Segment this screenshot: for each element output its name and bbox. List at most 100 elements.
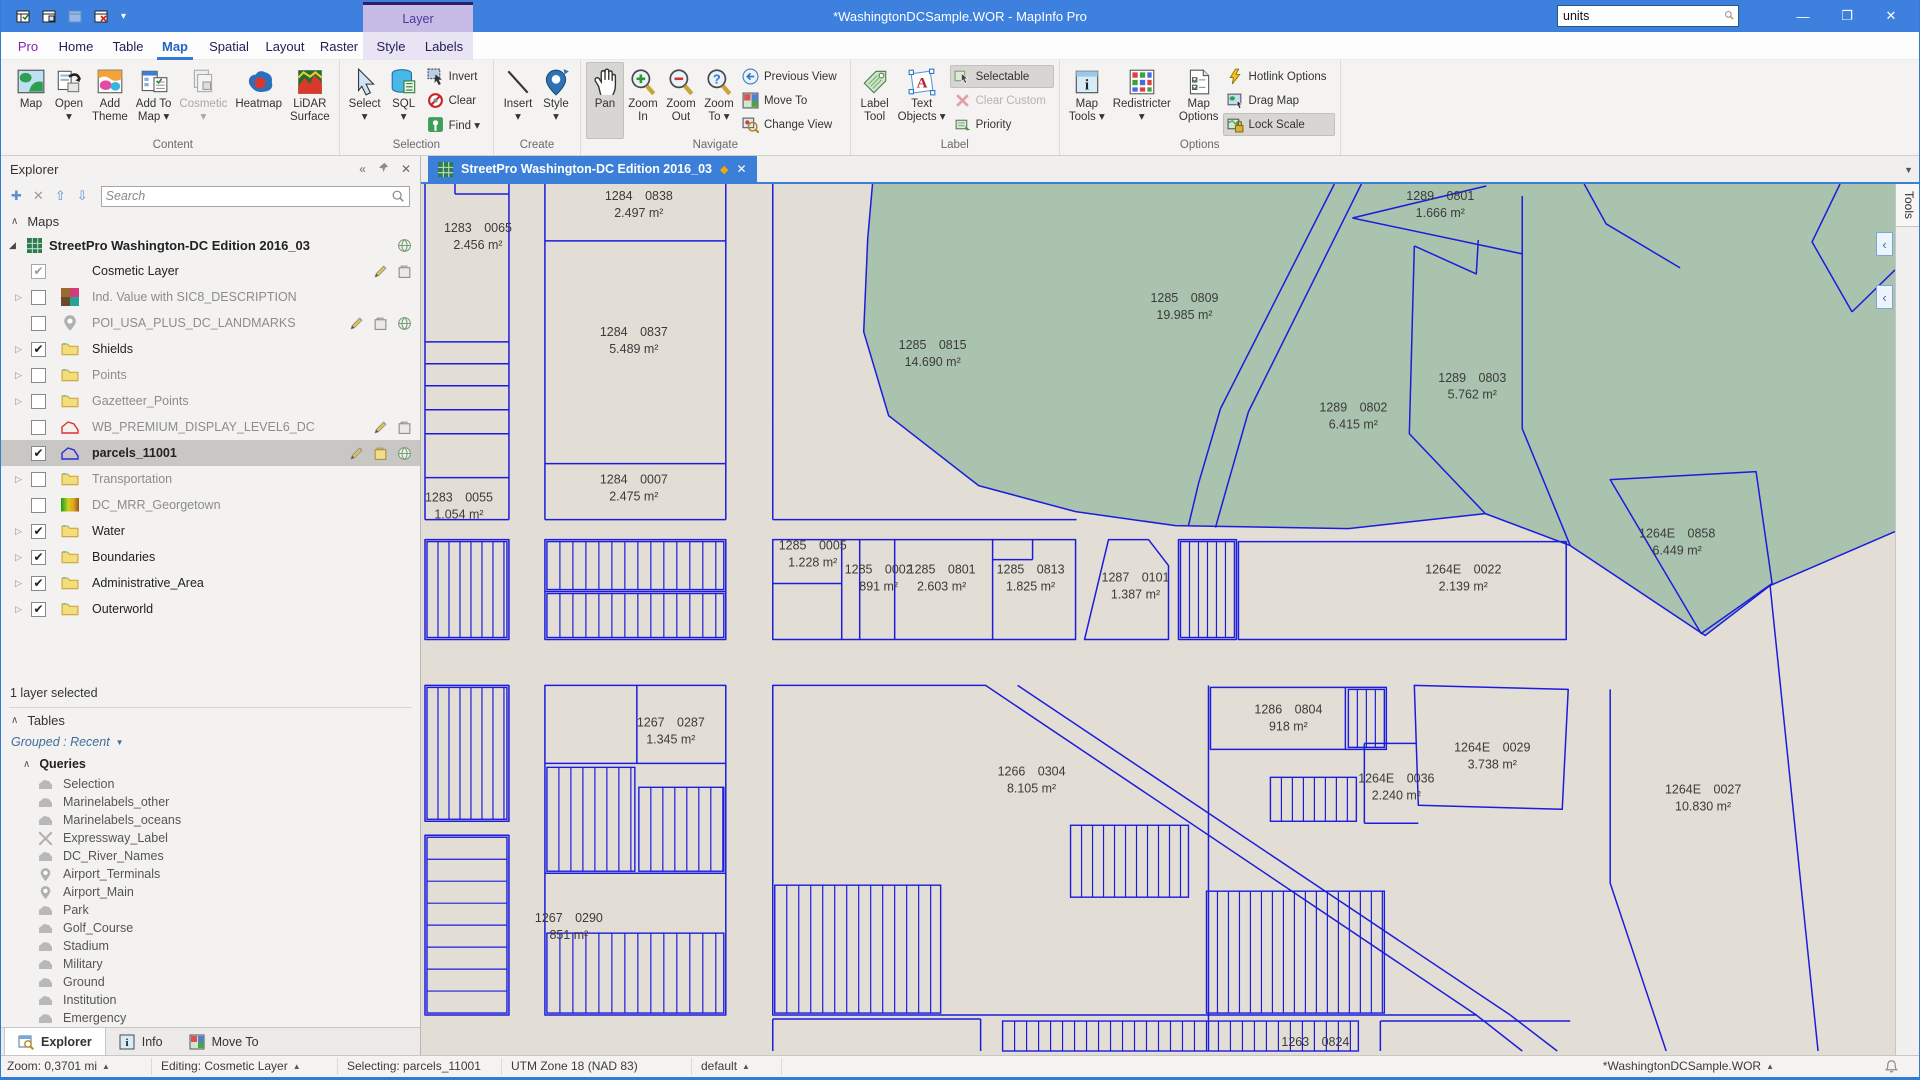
- tab-home[interactable]: Home: [53, 32, 99, 60]
- cosmetic-button[interactable]: Cosmetic▾: [175, 62, 231, 139]
- query-row-airport-terminals[interactable]: Airport_Terminals: [1, 865, 420, 883]
- layer-zoom-icon[interactable]: [373, 446, 388, 461]
- status-projection[interactable]: UTM Zone 18 (NAD 83): [511, 1059, 638, 1073]
- style-button[interactable]: Style▾: [537, 62, 575, 139]
- clear-button[interactable]: Clear: [423, 89, 488, 112]
- map-tree-item[interactable]: ◢ StreetPro Washington-DC Edition 2016_0…: [1, 232, 420, 258]
- layer-row-water[interactable]: ▷✔Water: [1, 518, 420, 544]
- tab-style[interactable]: Style: [369, 32, 413, 60]
- pin-icon[interactable]: [378, 162, 389, 176]
- tab-map[interactable]: Map: [155, 32, 195, 60]
- collapse-chevron-icon[interactable]: ‹: [1876, 285, 1893, 309]
- query-row-selection[interactable]: Selection: [1, 775, 420, 793]
- tools-tab[interactable]: Tools: [1896, 184, 1919, 227]
- priority-button[interactable]: Priority: [950, 113, 1054, 136]
- expand-arrow[interactable]: ▷: [15, 370, 31, 381]
- expand-arrow[interactable]: ▷: [15, 396, 31, 407]
- query-row-emergency[interactable]: Emergency: [1, 1009, 420, 1027]
- layer-checkbox[interactable]: ✔: [31, 524, 46, 539]
- close-table-icon[interactable]: [93, 8, 110, 25]
- layer-zoom-icon[interactable]: [397, 264, 412, 279]
- add-to-map-button[interactable]: Add ToMap ▾: [132, 62, 176, 139]
- query-row-golf-course[interactable]: Golf_Course: [1, 919, 420, 937]
- map-document-tab[interactable]: StreetPro Washington-DC Edition 2016_03 …: [428, 156, 757, 182]
- workspace-icon[interactable]: [15, 8, 32, 25]
- status-workspace[interactable]: *WashingtonDCSample.WOR▲: [1603, 1059, 1774, 1073]
- query-row-institution[interactable]: Institution: [1, 991, 420, 1009]
- lock-scale-button[interactable]: Lock Scale: [1223, 113, 1335, 136]
- layer-row-gazetteer[interactable]: ▷Gazetteer_Points: [1, 388, 420, 414]
- query-row-stadium[interactable]: Stadium: [1, 937, 420, 955]
- tab-labels[interactable]: Labels: [419, 32, 469, 60]
- layer-row-cosmetic[interactable]: ✔Cosmetic Layer: [1, 258, 420, 284]
- drag-map-button[interactable]: Drag Map: [1223, 89, 1335, 112]
- collapse-panel-icon[interactable]: «: [359, 162, 366, 176]
- hotlink-options-button[interactable]: Hotlink Options: [1223, 65, 1335, 88]
- minimize-button[interactable]: —: [1781, 0, 1825, 32]
- invert-button[interactable]: Invert: [423, 65, 488, 88]
- qat-more-icon[interactable]: ▾: [121, 11, 126, 22]
- zoom-out-button[interactable]: ZoomOut: [662, 62, 700, 139]
- previous-view-button[interactable]: Previous View: [738, 65, 845, 88]
- layer-row-boundaries[interactable]: ▷✔Boundaries: [1, 544, 420, 570]
- collapse-chevron-icon[interactable]: ‹: [1876, 232, 1893, 256]
- tab-explorer[interactable]: Explorer: [4, 1028, 106, 1055]
- layer-zoom-icon[interactable]: [373, 316, 388, 331]
- redistricter-button[interactable]: Redistricter▾: [1109, 62, 1175, 139]
- layer-checkbox[interactable]: [31, 290, 46, 305]
- maps-section-header[interactable]: ∧Maps: [1, 210, 420, 232]
- layer-zoom-icon[interactable]: [397, 420, 412, 435]
- layer-row-shields[interactable]: ▷✔Shields: [1, 336, 420, 362]
- close-tab-icon[interactable]: ✕: [736, 162, 746, 176]
- query-row-marinelabels-other[interactable]: Marinelabels_other: [1, 793, 420, 811]
- select-button[interactable]: Select▾: [345, 62, 385, 139]
- status-style[interactable]: default▲: [701, 1059, 750, 1073]
- move-down-icon[interactable]: ⇩: [77, 188, 88, 204]
- expand-icon[interactable]: ◢: [9, 240, 27, 251]
- layer-checkbox[interactable]: [31, 472, 46, 487]
- map-tools-button[interactable]: iMapTools ▾: [1065, 62, 1109, 139]
- layer-checkbox[interactable]: ✔: [31, 602, 46, 617]
- layer-row-points[interactable]: ▷Points: [1, 362, 420, 388]
- ribbon-search-box[interactable]: [1557, 5, 1739, 27]
- query-row-ground[interactable]: Ground: [1, 973, 420, 991]
- close-button[interactable]: ✕: [1869, 0, 1913, 32]
- move-to-button[interactable]: Move To: [738, 89, 845, 112]
- notifications-bell-icon[interactable]: [1884, 1059, 1899, 1074]
- layer-row-administrative[interactable]: ▷✔Administrative_Area: [1, 570, 420, 596]
- layer-checkbox[interactable]: ✔: [31, 264, 46, 279]
- grouped-recent-control[interactable]: Grouped : Recent▼: [1, 731, 420, 753]
- tab-move-to[interactable]: Move To: [176, 1028, 272, 1055]
- layer-checkbox[interactable]: ✔: [31, 446, 46, 461]
- layer-checkbox[interactable]: ✔: [31, 576, 46, 591]
- layer-row-outerworld[interactable]: ▷✔Outerworld: [1, 596, 420, 622]
- query-row-marinelabels-oceans[interactable]: Marinelabels_oceans: [1, 811, 420, 829]
- layer-row-parcels[interactable]: ✔parcels_11001: [1, 440, 420, 466]
- edit-style-icon[interactable]: [373, 420, 388, 435]
- projection-icon[interactable]: [397, 446, 412, 461]
- explorer-search-input[interactable]: [106, 189, 391, 203]
- expand-arrow[interactable]: ▷: [15, 292, 31, 303]
- open-button[interactable]: Open▾: [50, 62, 88, 139]
- status-zoom[interactable]: Zoom: 0,3701 mi▲: [7, 1059, 110, 1073]
- query-row-dc-river-names[interactable]: DC_River_Names: [1, 847, 420, 865]
- maximize-button[interactable]: ❐: [1825, 0, 1869, 32]
- selectable-button[interactable]: Selectable: [950, 65, 1054, 88]
- expand-arrow[interactable]: ▷: [15, 578, 31, 589]
- layer-row-dc-mrr[interactable]: DC_MRR_Georgetown: [1, 492, 420, 518]
- tab-layout[interactable]: Layout: [261, 32, 309, 60]
- layer-row-transportation[interactable]: ▷Transportation: [1, 466, 420, 492]
- layer-checkbox[interactable]: [31, 420, 46, 435]
- tables-section-header[interactable]: ∧Tables: [1, 709, 420, 731]
- map-options-button[interactable]: MapOptions: [1175, 62, 1223, 139]
- layer-checkbox[interactable]: ✔: [31, 550, 46, 565]
- remove-icon[interactable]: ✕: [33, 188, 44, 204]
- tab-info[interactable]: iInfo: [106, 1028, 176, 1055]
- zoom-to-button[interactable]: ?ZoomTo ▾: [700, 62, 738, 139]
- expand-arrow[interactable]: ▷: [15, 552, 31, 563]
- query-row-military[interactable]: Military: [1, 955, 420, 973]
- add-icon[interactable]: ✚: [11, 188, 22, 204]
- edit-style-icon[interactable]: [349, 316, 364, 331]
- projection-icon[interactable]: [397, 238, 412, 253]
- layer-row-wb-premium[interactable]: WB_PREMIUM_DISPLAY_LEVEL6_DC: [1, 414, 420, 440]
